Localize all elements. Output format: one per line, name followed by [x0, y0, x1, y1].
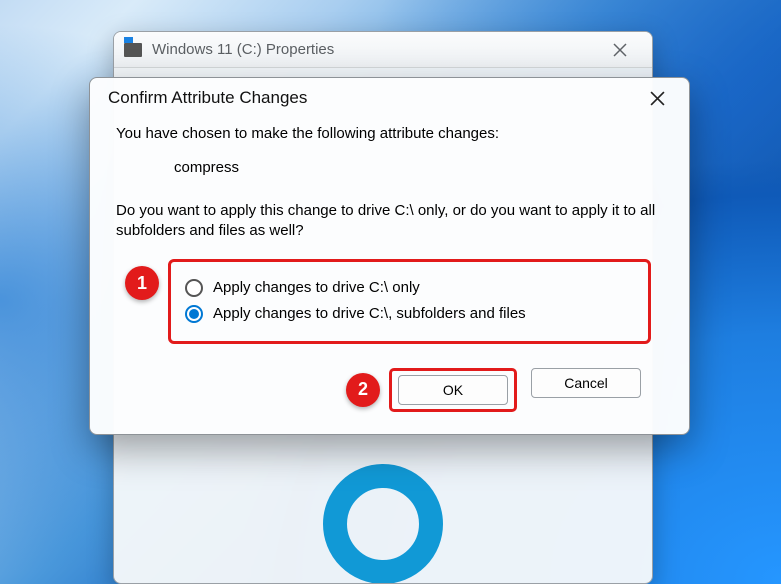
attribute-item: compress [174, 158, 663, 178]
dialog-buttons: 2 OK Cancel [116, 344, 663, 412]
radio-option-subfolders[interactable]: Apply changes to drive C:\, subfolders a… [185, 304, 626, 324]
dialog-question: Do you want to apply this change to driv… [116, 201, 663, 242]
drive-icon [124, 43, 142, 57]
dialog-content: You have chosen to make the following at… [90, 118, 689, 412]
radio-icon [185, 279, 203, 297]
annotation-badge-2: 2 [346, 373, 380, 407]
radio-label: Apply changes to drive C:\, subfolders a… [213, 304, 526, 324]
dialog-intro: You have chosen to make the following at… [116, 124, 663, 144]
radio-group: 1 Apply changes to drive C:\ only Apply … [168, 259, 651, 344]
ok-highlight: 2 OK [389, 368, 517, 412]
ok-button[interactable]: OK [398, 375, 508, 405]
confirm-dialog: Confirm Attribute Changes You have chose… [89, 77, 690, 435]
cancel-button[interactable]: Cancel [531, 368, 641, 398]
properties-title: Windows 11 (C:) Properties [152, 41, 598, 58]
radio-icon [185, 305, 203, 323]
close-icon[interactable] [635, 83, 679, 113]
properties-body: Drive C: Details [114, 464, 652, 584]
properties-titlebar: Windows 11 (C:) Properties [114, 32, 652, 68]
radio-option-drive-only[interactable]: Apply changes to drive C:\ only [185, 278, 626, 298]
disk-usage-chart [323, 464, 443, 584]
annotation-badge-1: 1 [125, 266, 159, 300]
radio-label: Apply changes to drive C:\ only [213, 278, 420, 298]
close-icon[interactable] [598, 36, 642, 64]
dialog-title: Confirm Attribute Changes [108, 88, 635, 108]
dialog-titlebar: Confirm Attribute Changes [90, 78, 689, 118]
